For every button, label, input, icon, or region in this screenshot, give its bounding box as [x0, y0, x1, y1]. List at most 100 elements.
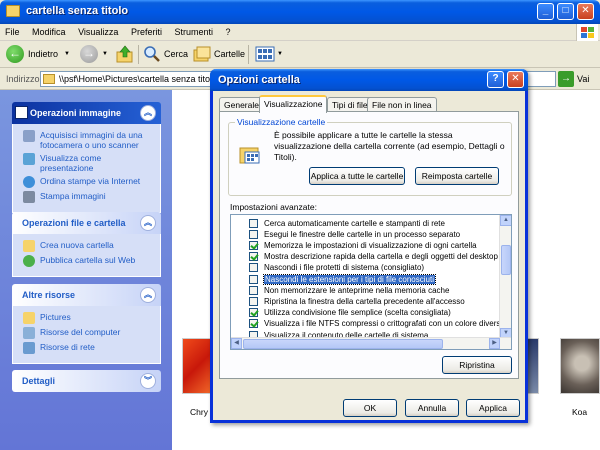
views-button[interactable]: ▼	[255, 44, 283, 64]
task-acquire-images[interactable]: Acquisisci immagini da una fotocamera o …	[23, 130, 154, 150]
slideshow-icon	[23, 153, 35, 165]
cancel-button[interactable]: Annulla	[405, 399, 459, 417]
apply-to-all-folders-button[interactable]: Applica a tutte le cartelle	[309, 167, 405, 185]
minimize-button[interactable]: _	[537, 3, 554, 20]
picture-icon	[15, 106, 28, 119]
setting-row[interactable]: Nascondi i file protetti di sistema (con…	[231, 262, 501, 274]
scroll-right-arrow-icon[interactable]: ▶	[489, 338, 500, 349]
menu-favorites[interactable]: Preferiti	[126, 24, 167, 40]
setting-row[interactable]: Esegui le finestre delle cartelle in un …	[231, 228, 501, 240]
back-arrow-icon: ←	[6, 45, 24, 63]
image-tasks-header[interactable]: Operazioni immagine ︽	[12, 102, 161, 124]
apply-button[interactable]: Applica	[466, 399, 520, 417]
ok-button[interactable]: OK	[343, 399, 397, 417]
go-button[interactable]: Vai	[577, 74, 589, 84]
toolbar-separator	[138, 45, 139, 64]
views-icon	[255, 46, 275, 62]
other-places-header[interactable]: Altre risorse ︽	[12, 284, 161, 306]
dialog-help-button[interactable]: ?	[487, 71, 504, 88]
vertical-scrollbar[interactable]: ▲ ▼	[499, 215, 511, 339]
setting-row[interactable]: Utilizza condivisione file semplice (sce…	[231, 307, 501, 319]
task-order-prints[interactable]: Ordina stampe via Internet	[23, 176, 154, 188]
advanced-settings-label: Impostazioni avanzate:	[230, 202, 317, 212]
close-button[interactable]: ✕	[577, 3, 594, 20]
task-print-images[interactable]: Stampa immagini	[23, 191, 154, 203]
task-label: Acquisisci immagini da una fotocamera o …	[40, 130, 143, 150]
task-publish-web[interactable]: Pubblica cartella sul Web	[23, 255, 154, 267]
setting-row[interactable]: Non memorizzare le anteprime nella memor…	[231, 284, 501, 296]
horizontal-scrollbar-thumb[interactable]	[243, 339, 443, 349]
folder-options-dialog: Opzioni cartella ? ✕ Generale Visualizza…	[210, 69, 528, 423]
setting-checkbox[interactable]	[249, 252, 258, 262]
file-tasks-panel: Operazioni file e cartella ︽ Crea nuova …	[12, 212, 161, 277]
collapse-chevron-icon[interactable]: ︽	[140, 215, 156, 231]
place-my-computer[interactable]: Risorse del computer	[23, 327, 154, 339]
menu-help[interactable]: ?	[221, 24, 236, 40]
folders-button[interactable]: Cartelle	[193, 44, 245, 64]
advanced-settings-list[interactable]: Cerca automaticamente cartelle e stampan…	[230, 214, 512, 350]
place-network[interactable]: Risorse di rete	[23, 342, 154, 354]
expand-chevron-icon[interactable]: ︾	[140, 373, 156, 389]
setting-row[interactable]: Mostra descrizione rapida della cartella…	[231, 251, 501, 263]
setting-checkbox[interactable]	[249, 229, 258, 239]
setting-row[interactable]: Nascondi le estensioni per i tipi di fil…	[231, 273, 501, 285]
dropdown-arrow-icon: ▼	[64, 51, 70, 57]
thumbnail-image[interactable]	[527, 338, 539, 394]
other-places-title: Altre risorse	[22, 290, 76, 300]
scrollbar-thumb[interactable]	[501, 245, 511, 275]
camera-icon	[23, 130, 35, 142]
collapse-chevron-icon[interactable]: ︽	[140, 105, 156, 121]
setting-checkbox[interactable]	[249, 240, 258, 250]
setting-row[interactable]: Ripristina la finestra della cartella pr…	[231, 295, 501, 307]
file-tasks-header[interactable]: Operazioni file e cartella ︽	[12, 212, 161, 234]
search-button[interactable]: Cerca	[143, 44, 188, 64]
setting-checkbox[interactable]	[249, 274, 258, 284]
dropdown-arrow-icon: ▼	[102, 51, 108, 57]
collapse-chevron-icon[interactable]: ︽	[140, 287, 156, 303]
setting-checkbox[interactable]	[249, 308, 258, 318]
task-slideshow[interactable]: Visualizza come presentazione	[23, 153, 154, 173]
tab-offline-files[interactable]: File non in linea	[367, 97, 437, 112]
setting-row[interactable]: Memorizza le impostazioni di visualizzaz…	[231, 239, 501, 251]
tab-view[interactable]: Visualizzazione	[259, 95, 328, 113]
forward-button[interactable]: → ▼	[80, 44, 108, 64]
horizontal-scrollbar[interactable]: ◀ ▶	[231, 337, 511, 349]
image-tasks-body: Acquisisci immagini da una fotocamera o …	[12, 124, 161, 213]
tab-file-types[interactable]: Tipi di file	[327, 97, 373, 112]
task-label: Visualizza come presentazione	[40, 153, 102, 173]
setting-checkbox[interactable]	[249, 218, 258, 228]
thumbnail-label[interactable]: Chry	[190, 407, 208, 417]
reset-all-folders-button[interactable]: Reimposta cartelle	[415, 167, 499, 185]
setting-row[interactable]: Visualizza i file NTFS compressi o critt…	[231, 318, 505, 330]
thumbnail-label[interactable]: Koa	[572, 407, 587, 417]
menu-view[interactable]: Visualizza	[73, 24, 123, 40]
tab-general[interactable]: Generale	[219, 97, 264, 112]
setting-checkbox[interactable]	[249, 285, 258, 295]
view-tab-page: Visualizzazione cartelle È possibile app…	[219, 111, 519, 379]
up-folder-button[interactable]	[116, 44, 134, 64]
task-label: Ordina stampe via Internet	[40, 176, 141, 186]
menu-edit[interactable]: Modifica	[27, 24, 71, 40]
scroll-left-arrow-icon[interactable]: ◀	[231, 338, 242, 349]
setting-checkbox[interactable]	[249, 296, 258, 306]
setting-checkbox[interactable]	[249, 319, 258, 329]
task-label: Pubblica cartella sul Web	[40, 255, 136, 265]
setting-checkbox[interactable]	[249, 263, 258, 273]
menu-file[interactable]: File	[0, 24, 25, 40]
search-label: Cerca	[164, 49, 189, 59]
title-bar[interactable]: cartella senza titolo _ □ ✕	[0, 0, 600, 24]
maximize-button[interactable]: □	[557, 3, 574, 20]
place-pictures[interactable]: Pictures	[23, 312, 154, 324]
menu-tools[interactable]: Strumenti	[169, 24, 218, 40]
folders-label: Cartelle	[214, 49, 246, 59]
go-arrow-icon[interactable]: →	[558, 71, 574, 87]
dialog-close-button[interactable]: ✕	[507, 71, 524, 88]
back-button[interactable]: ← Indietro ▼	[6, 44, 70, 64]
task-new-folder[interactable]: Crea nuova cartella	[23, 240, 154, 252]
restore-defaults-button[interactable]: Ripristina	[442, 356, 512, 374]
setting-row[interactable]: Cerca automaticamente cartelle e stampan…	[231, 217, 501, 229]
details-header[interactable]: Dettagli ︾	[12, 370, 161, 392]
scroll-up-arrow-icon[interactable]: ▲	[500, 215, 511, 226]
thumbnail-koala[interactable]	[560, 338, 600, 394]
dialog-title-bar[interactable]: Opzioni cartella ? ✕	[210, 69, 528, 91]
